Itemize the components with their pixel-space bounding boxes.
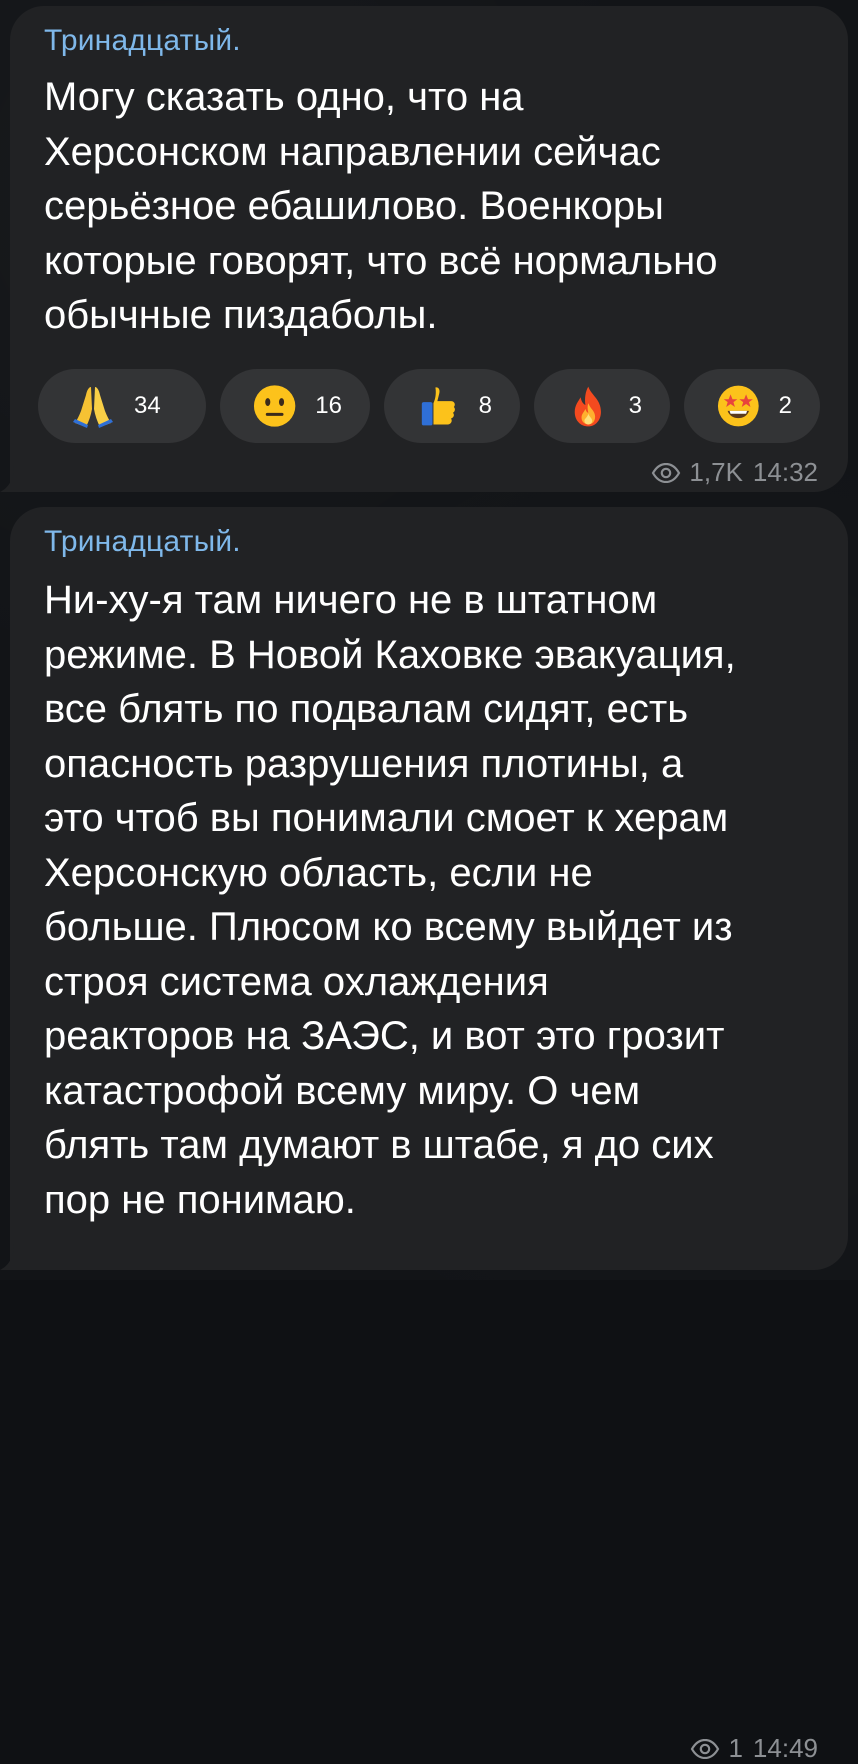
sender-name[interactable]: Тринадцатый. [44,24,241,58]
sender-name[interactable]: Тринадцатый. [44,525,241,559]
reaction-count: 34 [134,392,161,419]
eye-icon [652,462,681,483]
praying-hands-emoji [73,387,113,428]
message-bubble[interactable]: Тринадцатый. Ни-ху-я там ничего не в шта… [0,507,848,1763]
reactions-bar: 34 16 8 3 2 [38,369,820,443]
star-struck-emoji [717,385,759,427]
message-meta: 1 14:49 [690,1733,818,1764]
view-count: 1 [728,1733,743,1763]
reaction-count: 2 [778,392,792,419]
reaction-star-struck[interactable]: 2 [684,369,820,443]
message-text: Могу сказать одно, что на Херсонском нап… [44,75,718,337]
message-bubble[interactable]: Тринадцатый. Могу сказать одно, что на Х… [0,6,848,492]
eye-icon [691,1738,720,1759]
reaction-fire[interactable]: 3 [534,369,670,443]
reaction-praying-hands[interactable]: 34 [38,369,206,443]
neutral-face-emoji [253,385,296,427]
reaction-neutral-face[interactable]: 16 [220,369,370,443]
reaction-count: 16 [315,392,342,419]
message-meta: 1,7K 14:32 [651,457,818,488]
message-time: 14:49 [752,1733,818,1763]
reaction-thumbs-up[interactable]: 8 [384,369,520,443]
message-text: Ни-ху-я там ничего не в штатном режиме. … [44,578,736,1222]
fire-emoji [574,386,601,427]
thumbs-up-emoji [421,387,455,426]
view-count: 1,7K [689,457,743,487]
message-time: 14:32 [752,457,818,487]
bubble-tail [0,466,22,492]
reaction-count: 3 [628,392,642,419]
reaction-count: 8 [478,392,492,419]
bubble-tail [0,1244,22,1270]
